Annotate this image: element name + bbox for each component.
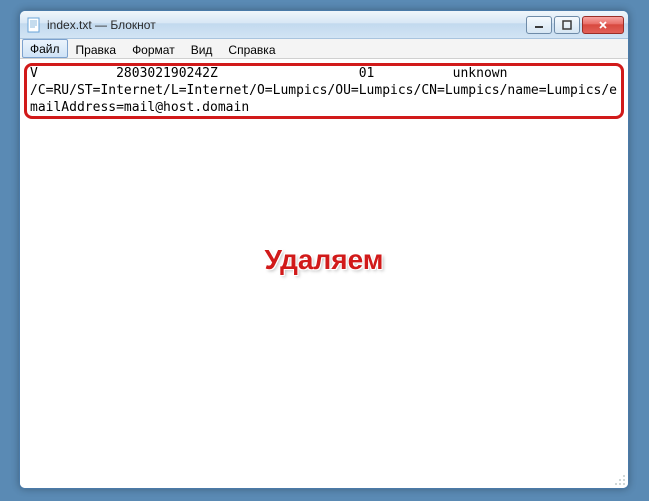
menu-view[interactable]: Вид [183,39,221,58]
cert-line-1: V 280302190242Z 01 unknown [30,66,507,81]
menu-file[interactable]: Файл [22,39,68,58]
menu-edit[interactable]: Правка [68,39,125,58]
resize-grip-icon[interactable] [612,472,626,486]
notepad-icon [26,17,42,33]
window-controls [526,16,624,34]
close-button[interactable] [582,16,624,34]
editor-area[interactable]: V 280302190242Z 01 unknown /C=RU/ST=Inte… [20,59,628,488]
menubar: Файл Правка Формат Вид Справка [20,39,628,59]
titlebar[interactable]: index.txt — Блокнот [20,11,628,39]
text-content[interactable]: V 280302190242Z 01 unknown /C=RU/ST=Inte… [26,63,622,118]
maximize-button[interactable] [554,16,580,34]
menu-help[interactable]: Справка [220,39,283,58]
cert-line-2: /C=RU/ST=Internet/L=Internet/O=Lumpics/O… [30,83,617,115]
menu-format[interactable]: Формат [124,39,183,58]
window-title: index.txt — Блокнот [47,18,526,32]
minimize-button[interactable] [526,16,552,34]
notepad-window: index.txt — Блокнот Файл Правка Формат В… [19,10,629,489]
annotation-label: Удаляем [20,244,628,276]
